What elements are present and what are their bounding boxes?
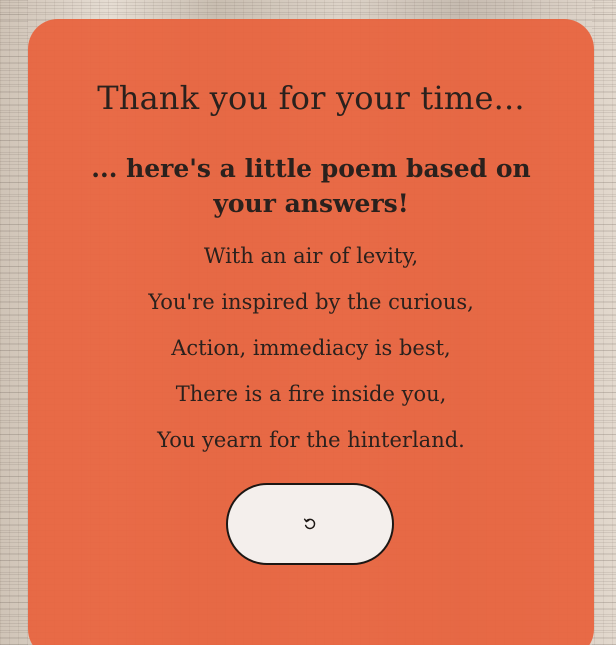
restart-icon bbox=[303, 517, 317, 531]
background-book-pages-right bbox=[592, 0, 616, 645]
page-title: Thank you for your time... bbox=[97, 79, 525, 117]
poem-line: Action, immediacy is best, bbox=[171, 336, 451, 360]
poem-line: There is a fire inside you, bbox=[175, 382, 447, 406]
restart-button[interactable] bbox=[226, 483, 394, 565]
poem-line: You yearn for the hinterland. bbox=[157, 428, 465, 452]
poem-line: You're inspired by the curious, bbox=[148, 290, 474, 314]
background-book-pages-left bbox=[0, 0, 28, 645]
result-card: Thank you for your time... ... here's a … bbox=[28, 19, 594, 645]
poem: With an air of levity, You're inspired b… bbox=[28, 233, 594, 463]
background-book-pages-top bbox=[0, 0, 616, 20]
poem-line: With an air of levity, bbox=[203, 244, 419, 268]
poem-intro: ... here's a little poem based on your a… bbox=[91, 154, 531, 218]
